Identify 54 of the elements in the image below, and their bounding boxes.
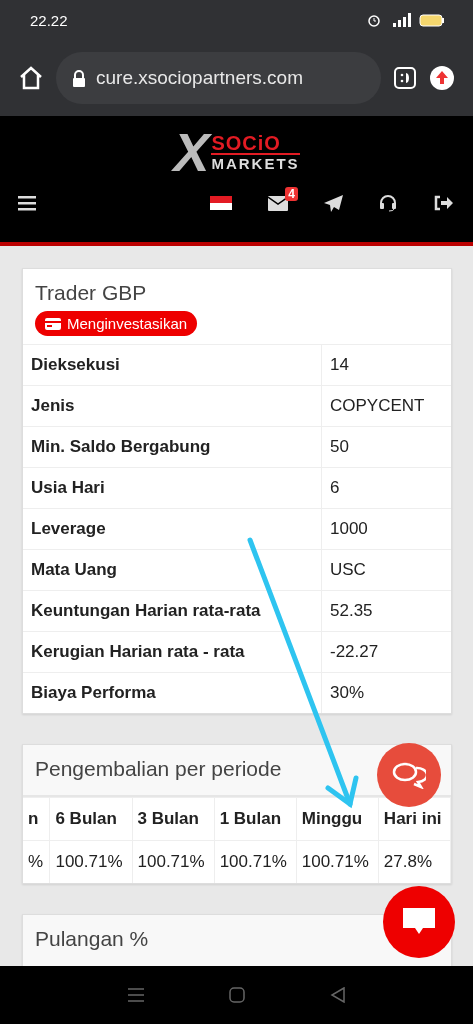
table-cell: Dieksekusi — [23, 344, 322, 386]
table-cell: Leverage — [23, 508, 322, 550]
table-cell: Biaya Performa — [23, 672, 322, 713]
logo-text: SOCiO — [211, 132, 300, 155]
lock-icon — [72, 69, 86, 87]
table-cell: Keuntungan Harian rata-rata — [23, 590, 322, 632]
table-cell: Jenis — [23, 385, 322, 427]
status-badge: Menginvestasikan — [35, 311, 198, 336]
paper-plane-icon[interactable] — [324, 194, 343, 212]
table-cell: 14 — [321, 344, 451, 386]
column-header: 1 Bulan — [214, 797, 297, 841]
home-icon[interactable] — [18, 65, 44, 91]
mail-icon[interactable] — [268, 195, 288, 211]
table-cell: 100.71% — [132, 840, 215, 883]
column-header: n — [23, 797, 50, 841]
table-cell: 30% — [321, 672, 451, 713]
table-cell: 52.35 — [321, 590, 451, 632]
table-cell: Usia Hari — [23, 467, 322, 509]
table-cell: Min. Saldo Bergabung — [23, 426, 322, 468]
battery-icon — [419, 13, 445, 27]
tab-switcher-icon[interactable] — [393, 66, 417, 90]
table-cell: USC — [321, 549, 451, 591]
menu-icon[interactable] — [18, 195, 36, 211]
column-header: Minggu — [296, 797, 379, 841]
headset-icon[interactable] — [379, 194, 397, 212]
clock-time: 22.22 — [30, 11, 68, 29]
logo-subtext: MARKETS — [211, 154, 300, 172]
table-cell: -22.27 — [321, 631, 451, 673]
alarm-icon — [367, 13, 381, 27]
table-cell: 50 — [321, 426, 451, 468]
column-header: 3 Bulan — [132, 797, 215, 841]
url-text: cure.xsociopartners.com — [96, 67, 303, 89]
card-title: Pulangan % — [34, 926, 150, 952]
back-icon[interactable] — [329, 987, 346, 1003]
logout-icon[interactable] — [433, 195, 453, 211]
logo-mark: X — [173, 125, 210, 179]
address-bar[interactable]: cure.xsociopartners.com — [56, 52, 381, 104]
table-cell: 100.71% — [49, 840, 133, 883]
table-cell: Kerugian Harian rata - rata — [23, 631, 322, 673]
card-title: Trader GBP — [34, 280, 148, 306]
unread-count: 4 — [285, 186, 298, 201]
table-cell: 100.71% — [214, 840, 297, 883]
table-cell: 1000 — [321, 508, 451, 550]
table-cell: % — [23, 840, 50, 883]
table-cell: COPYCENT — [321, 385, 451, 427]
table-cell: 27.8% — [378, 840, 451, 883]
table-cell: 6 — [321, 467, 451, 509]
table-cell: 100.71% — [296, 840, 379, 883]
table-cell: Mata Uang — [23, 549, 322, 591]
home-button-icon[interactable] — [228, 987, 245, 1003]
flag-icon[interactable] — [210, 196, 232, 210]
column-header: 6 Bulan — [49, 797, 133, 841]
upload-icon[interactable] — [429, 65, 455, 91]
chat-bubbles-icon — [392, 761, 426, 789]
